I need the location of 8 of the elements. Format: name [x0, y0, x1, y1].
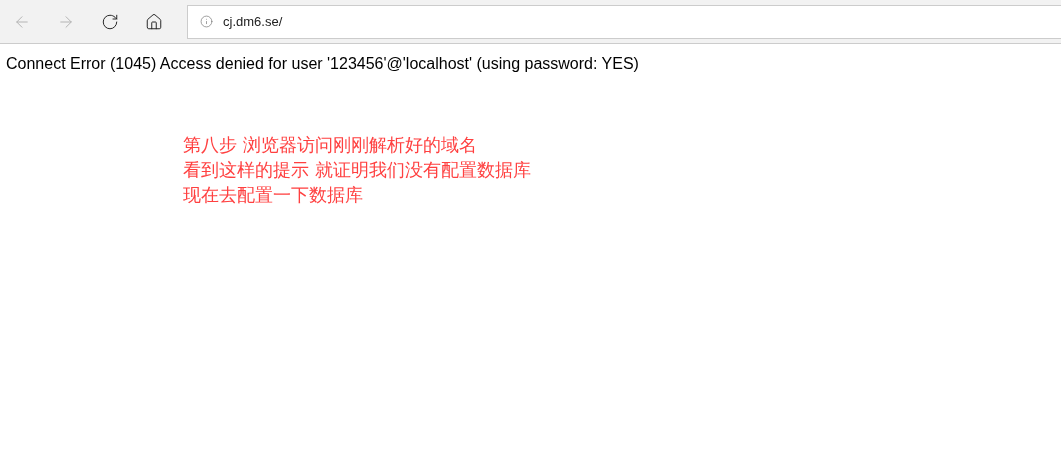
annotation-text: 现在去配置一下数据库 [183, 183, 364, 207]
info-icon [200, 15, 213, 28]
annotation-text: 看到这样的提示 就证明我们没有配置数据库 [183, 158, 532, 182]
error-message: Connect Error (1045) Access denied for user '123456'@'localhost' (using password: YES) [6, 54, 640, 74]
home-icon [145, 12, 163, 31]
annotation-text: 第八步 浏览器访问刚刚解析好的域名 [183, 133, 478, 157]
address-bar[interactable]: cj.dm6.se/ [187, 4, 1061, 39]
reload-icon [101, 12, 119, 31]
